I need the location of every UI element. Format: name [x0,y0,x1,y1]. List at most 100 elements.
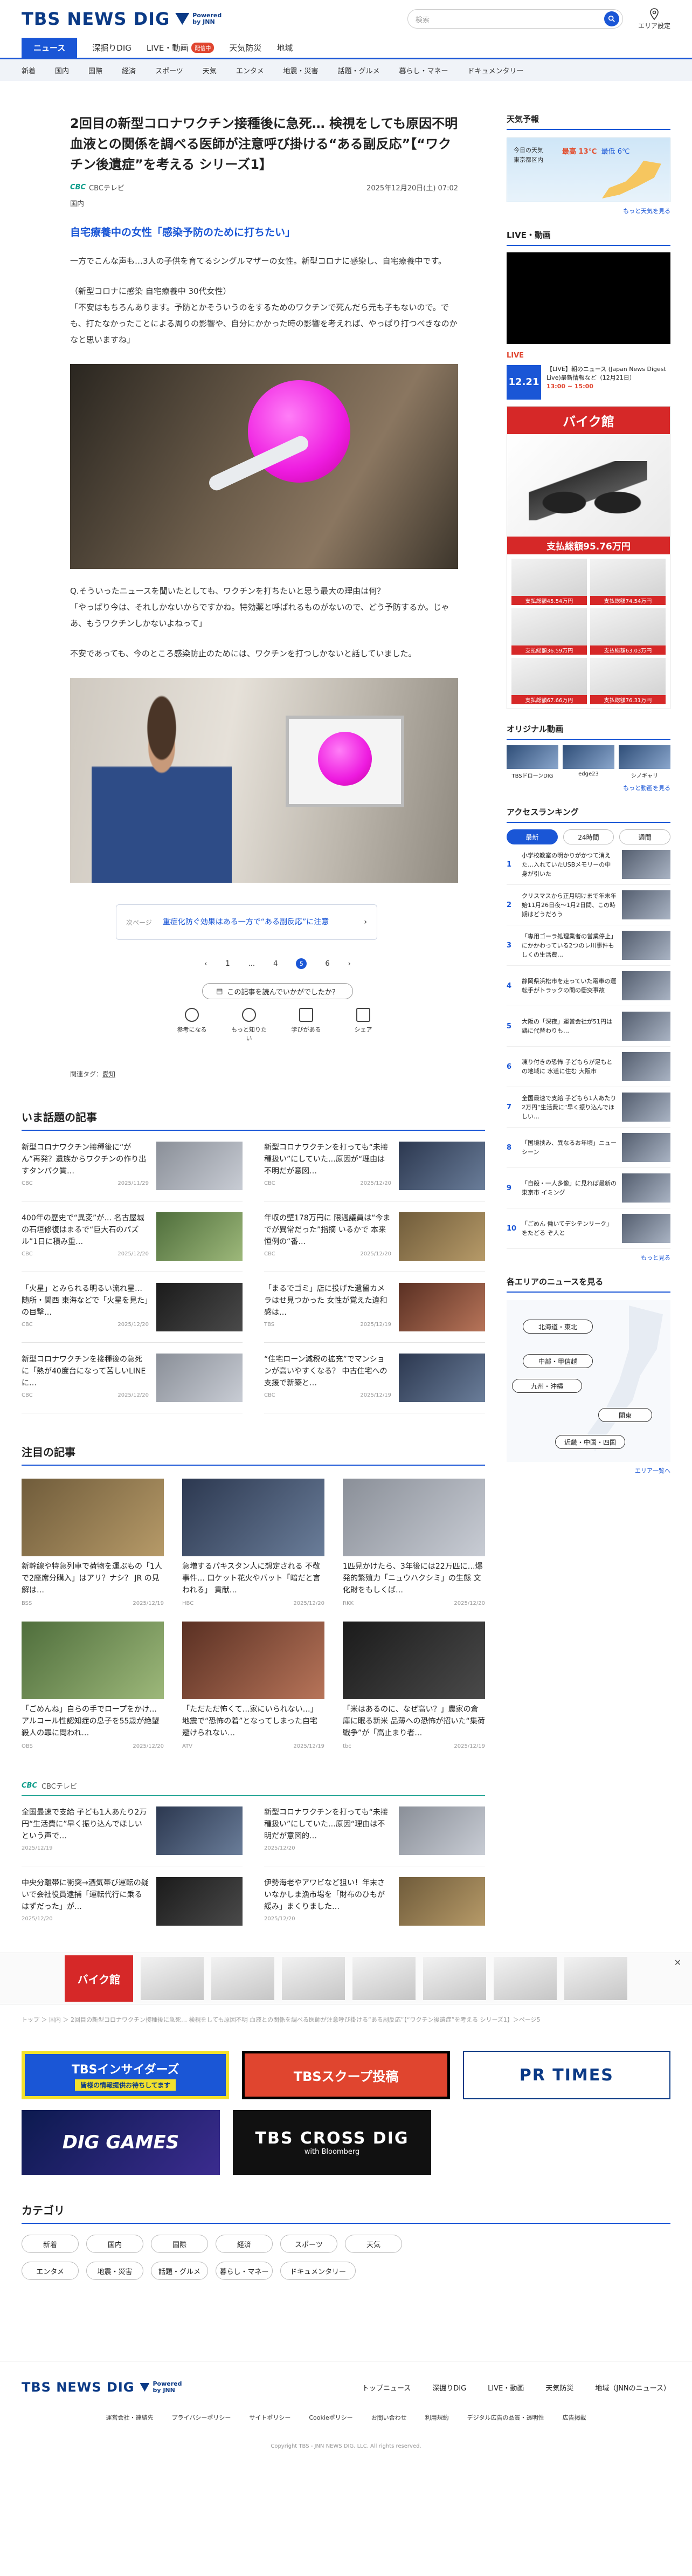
bottom-ad-bar[interactable]: バイク館 ✕ [0,1953,692,2004]
ranking-item[interactable]: 5 大阪の「深夜」運営会社が51円は鶏に代替わりも… [507,1006,670,1047]
nav-dig[interactable]: 深掘りDIG [92,38,132,58]
weather-more-link[interactable]: もっと天気を見る [507,207,670,215]
footer-small-link[interactable]: 運営会社・連絡先 [106,2413,154,2422]
ranking-item[interactable]: 2 クリスマスから正月明けまで年末年始11月26日夜〜1月2日間、この時期はどうだ… [507,885,670,925]
prtimes-banner[interactable]: PR TIMES [462,2051,670,2099]
article-card[interactable]: 中央分離帯に衝突→酒気帯び運転の疑いで会社役員逮捕「運転代行に乗るはずだった」が… [22,1866,243,1936]
footer-link[interactable]: トップニュース [362,2382,411,2393]
featured-card[interactable]: 急増するパキスタン人に想定される 不敬事件… 口ケット花火やバット「暗だと言われ… [182,1479,324,1622]
subnav-item[interactable]: 話題・グルメ [337,65,379,75]
footer-small-link[interactable]: お問い合わせ [371,2413,407,2422]
article-card[interactable]: 新型コロナワクチンを接種後の急死に「熱が40度台になって苦しいLINEに… CBC… [22,1343,243,1413]
video-more-link[interactable]: もっと動画を見る [507,784,670,792]
article-card[interactable]: “住宅ローン減税の拡充”でマンションが高いやすくなる？ 中古住宅への支援で新築と… [264,1343,485,1413]
ranking-item[interactable]: 8 「国境挟み、異なるお年頃」ニューシーン [507,1128,670,1168]
bike-advertisement[interactable]: バイク館 支払総額95.76万円 支払総額45.54万円 支払総額74.54万円… [507,406,670,709]
subnav-item[interactable]: 国際 [88,65,102,75]
subnav-item[interactable]: 地震・災害 [283,65,318,75]
pager-next-icon[interactable]: › [348,960,351,968]
scoop-banner[interactable]: TBSスクープ投稿 [242,2051,450,2099]
footer-link[interactable]: LIVE・動画 [488,2382,524,2393]
footer-small-link[interactable]: プライバシーポリシー [172,2413,231,2422]
tag-link[interactable]: 愛知 [102,1070,115,1078]
nav-weather[interactable]: 天気防災 [229,38,261,58]
category-button[interactable]: 新着 [22,2235,79,2253]
subnav-item[interactable]: スポーツ [155,65,183,75]
article-category[interactable]: 国内 [70,198,485,208]
share-button[interactable]: シェア [344,1008,382,1042]
area-setting-button[interactable]: エリア設定 [638,8,670,30]
pager-prev-icon[interactable]: ‹ [204,960,207,968]
feedback-helpful-button[interactable]: 参考になる [173,1008,211,1042]
article-card[interactable]: 伊勢海老やアワビなど狙い！年末さいなかしま漁市場を「財布のひもが緩み」まくりまし… [264,1866,485,1936]
featured-card[interactable]: 新幹線や特急列車で荷物を運ぶもの「1人で2座席分購入」はアリ？ナシ？ JR の見… [22,1479,164,1622]
nav-region[interactable]: 地域 [276,38,293,58]
category-button[interactable]: スポーツ [280,2235,337,2253]
category-button[interactable]: 経済 [216,2235,273,2253]
footer-link[interactable]: 地域（JNNのニュース） [595,2382,670,2393]
ad-bike-item[interactable]: 支払総額76.31万円 [590,658,666,704]
area-more-link[interactable]: エリア一覧へ [507,1466,670,1475]
live-video-player[interactable] [507,252,670,344]
article-source[interactable]: CBC CBCテレビ [70,182,124,193]
page-link[interactable]: 4 [273,960,278,968]
subnav-item[interactable]: 天気 [203,65,217,75]
category-button[interactable]: 地震・災害 [86,2262,143,2280]
footer-small-link[interactable]: 広告掲載 [562,2413,586,2422]
insiders-banner[interactable]: TBSインサイダーズ 皆様の情報提供お待ちしてます [22,2051,230,2099]
subnav-item[interactable]: 暮らし・マネー [399,65,448,75]
category-button[interactable]: 話題・グルメ [151,2262,208,2280]
cross-dig-banner[interactable]: TBS CROSS DIG with Bloomberg [233,2110,431,2175]
article-card[interactable]: 新型コロナワクチンを打っても“未接種扱い”にしていた…原因が“理由は不明だが意図… [264,1131,485,1201]
page-current[interactable]: 5 [296,958,307,969]
footer-small-link[interactable]: サイトポリシー [249,2413,290,2422]
tab-latest[interactable]: 最新 [507,829,558,844]
subnav-item[interactable]: 経済 [122,65,136,75]
tab-weekly[interactable]: 週間 [619,829,671,844]
category-button[interactable]: エンタメ [22,2262,79,2280]
footer-link[interactable]: 深掘りDIG [432,2382,466,2393]
subnav-item[interactable]: 新着 [22,65,36,75]
search-button[interactable] [604,11,619,26]
ad-bike-item[interactable]: 支払総額63.03万円 [590,608,666,655]
ad-bike-item[interactable]: 支払総額36.59万円 [511,608,587,655]
category-button[interactable]: 国内 [86,2235,143,2253]
category-button[interactable]: 天気 [345,2235,402,2253]
category-button[interactable]: 暮らし・マネー [216,2262,273,2280]
original-video-item[interactable]: TBSドローンDIG [507,745,558,779]
footer-logo[interactable]: TBS NEWS DIG Powered by JNN [22,2380,185,2395]
featured-card[interactable]: 「ごめんね」自らの手でロープをかけ…アルコール性認知症の息子を55歳が絶望 殺人… [22,1622,164,1764]
next-page-link[interactable]: 次ページ 重症化防ぐ効果はある一方で“ある副反応”に注意 › [116,904,377,940]
subnav-item[interactable]: ドキュメンタリー [468,65,524,75]
category-button[interactable]: 国際 [151,2235,208,2253]
footer-link[interactable]: 天気防災 [545,2382,573,2393]
ranking-item[interactable]: 6 凍り付きの恐怖 子どもらが足もとの地域に 水道に住む 大阪市 [507,1047,670,1087]
area-kanto-button[interactable]: 関東 [598,1408,652,1422]
feedback-learn-button[interactable]: 学びがある [287,1008,325,1042]
article-card[interactable]: 新型コロナワクチン接種後に“がん”再発？遺族からワクチンの作り出すタンパク質… C… [22,1131,243,1201]
article-card[interactable]: 「まるでゴミ」店に投げた遺留カメラはせ見つかった 女性が覚えた違和感は… TBS 2… [264,1272,485,1343]
category-button[interactable]: ドキュメンタリー [280,2262,356,2280]
area-chubu-button[interactable]: 中部・甲信越 [523,1354,593,1368]
ad-bike-item[interactable]: 支払総額67.66万円 [511,658,587,704]
page-link[interactable]: 6 [325,960,329,968]
footer-small-link[interactable]: Cookieポリシー [309,2413,352,2422]
ranking-item[interactable]: 9 「自殺・一人多像」に見れば最新の東京市 イミング [507,1168,670,1208]
area-hokkaido-tohoku-button[interactable]: 北海道・東北 [523,1320,593,1334]
ad-bike-item[interactable]: 支払総額45.54万円 [511,559,587,605]
subnav-item[interactable]: 国内 [55,65,69,75]
original-video-item[interactable]: シノギャリ [619,745,670,779]
featured-card[interactable]: 「米はあるのに、なぜ高い？」農家の倉庫に眠る新米 品薄への恐怖が招いた“集荷戦争… [343,1622,485,1764]
dig-games-banner[interactable]: DIG GAMES [22,2110,220,2175]
nav-news[interactable]: ニュース [22,38,78,58]
featured-card[interactable]: 1匹見かけたら、3年後には22万匹に…爆発的繁殖力「ニュウハクシミ」の生態 文化… [343,1479,485,1622]
search-input[interactable]: 検索 [407,9,623,29]
site-logo[interactable]: TBS NEWS DIG Powered by JNN [22,9,225,29]
area-kinki-button[interactable]: 近畿・中国・四国 [555,1435,625,1449]
tab-24h[interactable]: 24時間 [563,829,614,844]
ranking-item[interactable]: 1 小学校教室の明かりがかつて消えた…入れていたUSBメモリーの中身が引いた [507,844,670,885]
original-video-item[interactable]: edge23 [563,745,614,779]
feedback-more-button[interactable]: もっと知りたい [230,1008,268,1042]
footer-small-link[interactable]: デジタル広告の品質・透明性 [467,2413,544,2422]
nav-live[interactable]: LIVE・動画 配信中 [147,38,214,58]
